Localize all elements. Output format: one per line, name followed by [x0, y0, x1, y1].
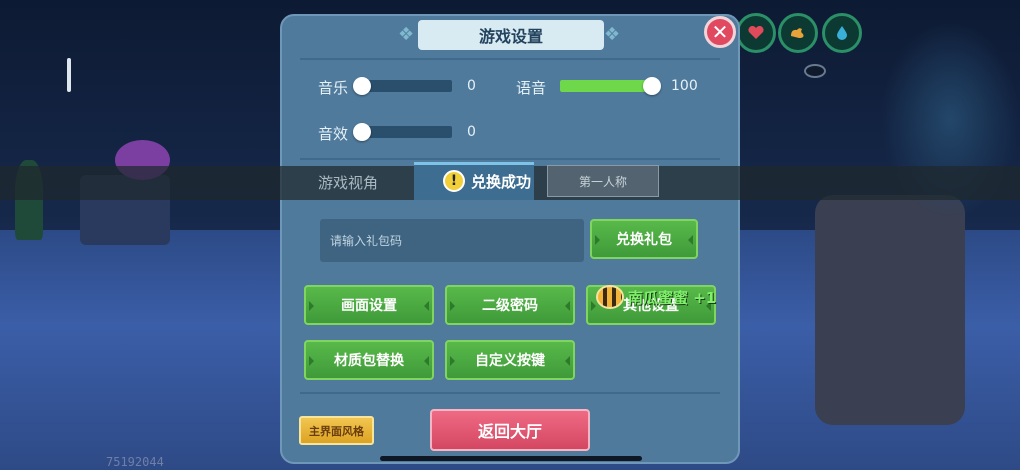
close-button[interactable]: ✕: [704, 16, 736, 48]
view-label: 游戏视角: [318, 174, 379, 192]
eye-icon[interactable]: [804, 64, 826, 78]
sfx-slider[interactable]: [353, 123, 452, 141]
custom-keys-button[interactable]: 自定义按键: [445, 340, 575, 380]
texture-pack-button[interactable]: 材质包替换: [304, 340, 434, 380]
divider-top: [300, 58, 720, 60]
toast-message: ! 兑换成功: [443, 170, 531, 192]
music-slider[interactable]: [353, 77, 452, 95]
sfx-slider-knob[interactable]: [353, 123, 371, 141]
voice-slider-knob[interactable]: [643, 77, 661, 95]
muscle-icon[interactable]: [778, 13, 818, 53]
warning-icon: !: [443, 170, 465, 192]
divider-mid: [300, 158, 720, 160]
rock-pillar: [815, 195, 965, 425]
heart-icon[interactable]: [736, 13, 776, 53]
title-ornament-right: ❖: [604, 24, 621, 45]
water-drop-icon[interactable]: [822, 13, 862, 53]
gift-code-input[interactable]: 请输入礼包码: [320, 219, 584, 262]
sfx-value: 0: [467, 124, 476, 140]
title-ornament-left: ❖: [398, 24, 415, 45]
music-value: 0: [467, 78, 476, 94]
divider-bottom: [300, 392, 720, 394]
home-indicator[interactable]: [380, 456, 642, 461]
secondary-password-button[interactable]: 二级密码: [445, 285, 575, 325]
music-label: 音乐: [318, 79, 349, 97]
toast-text: 兑换成功: [471, 172, 532, 191]
bee-icon: [596, 285, 624, 309]
music-slider-knob[interactable]: [353, 77, 371, 95]
back-to-lobby-button[interactable]: 返回大厅: [430, 409, 590, 451]
reward-popup: 南瓜蜜蜜 +1: [596, 285, 716, 309]
voice-label: 语音: [516, 79, 547, 97]
sfx-label: 音效: [318, 125, 349, 143]
voice-value: 100: [671, 78, 698, 94]
voice-slider[interactable]: [560, 77, 661, 95]
voice-slider-fill: [560, 80, 652, 92]
view-option-first-person[interactable]: 第一人称: [547, 165, 659, 197]
main-ui-style-button[interactable]: 主界面风格: [299, 416, 374, 445]
redeem-gift-button[interactable]: 兑换礼包: [590, 219, 698, 259]
graphics-settings-button[interactable]: 画面设置: [304, 285, 434, 325]
side-handle[interactable]: [67, 58, 71, 92]
reward-text: 南瓜蜜蜜 +1: [628, 288, 717, 307]
dialog-title: 游戏设置: [418, 20, 604, 50]
player-uid: 75192044: [106, 455, 164, 469]
